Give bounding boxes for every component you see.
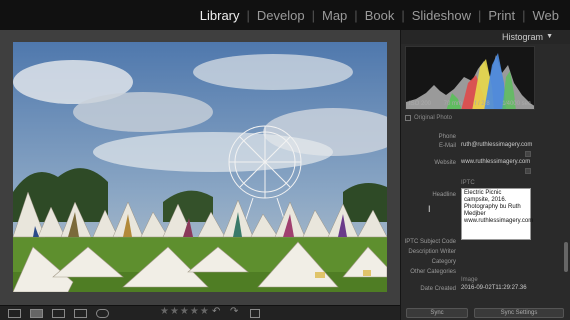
module-slideshow[interactable]: Slideshow — [409, 8, 474, 23]
module-separator: | — [522, 8, 526, 23]
camera-info: ISO 200 70 mm f / 2.8 1⁄4000 sec — [406, 101, 534, 107]
loupe-view — [0, 30, 400, 305]
module-separator: | — [246, 8, 250, 23]
headline-input[interactable]: Electric Picnic campsite, 2016. Photogra… — [461, 188, 533, 240]
sync-button[interactable]: Sync — [406, 308, 468, 318]
module-book[interactable]: Book — [362, 8, 398, 23]
original-photo-label: Original Photo — [414, 115, 453, 121]
sync-settings-button[interactable]: Sync Settings — [474, 308, 564, 318]
module-map[interactable]: Map — [319, 8, 350, 23]
iptc-subject-code-label: IPTC Subject Code — [404, 239, 456, 245]
mouse-cursor-icon: I — [428, 204, 431, 214]
module-separator: | — [354, 8, 358, 23]
aperture-value: f / 2.8 — [474, 101, 490, 107]
date-created-field[interactable]: 2016-09-02T11:29:27.36 — [461, 285, 527, 292]
toolbar: ★★★★★ ↶ ↷ — [0, 305, 400, 320]
rating-stars[interactable]: ★★★★★ — [160, 306, 210, 317]
campsite-photo — [13, 42, 387, 292]
email-link-button[interactable] — [525, 151, 531, 157]
loupe-view-icon[interactable] — [30, 309, 43, 318]
iptc-section-label: IPTC — [461, 180, 475, 186]
headline-label: Headline — [432, 192, 456, 198]
website-field[interactable]: www.ruthlessimagery.com — [461, 159, 531, 166]
iso-value: ISO 200 — [409, 101, 432, 107]
email-label: E-Mail — [438, 143, 456, 149]
crop-icon[interactable] — [250, 309, 260, 318]
compare-view-icon[interactable] — [52, 309, 65, 318]
people-view-icon[interactable] — [96, 309, 109, 318]
module-bar: Library | Develop | Map | Book | Slidesh… — [0, 0, 570, 30]
collapse-triangle-icon[interactable]: ▼ — [546, 33, 553, 40]
module-picker: Library | Develop | Map | Book | Slidesh… — [197, 8, 562, 23]
description-writer-label: Description Writer — [408, 249, 456, 255]
category-label: Category — [431, 259, 456, 265]
website-label: Website — [434, 160, 456, 166]
panel-scrollbar[interactable] — [564, 242, 568, 272]
photo-preview[interactable] — [13, 42, 387, 292]
module-separator: | — [477, 8, 482, 23]
original-photo-row[interactable]: Original Photo — [405, 115, 452, 121]
image-section-label: Image — [461, 277, 478, 283]
rotate-left-icon[interactable]: ↶ — [212, 306, 220, 317]
shutter-value: 1⁄4000 sec — [502, 101, 531, 107]
module-library[interactable]: Library — [197, 8, 243, 23]
module-separator: | — [401, 8, 405, 23]
grid-view-icon[interactable] — [8, 309, 21, 318]
other-categories-label: Other Categories — [410, 269, 456, 275]
histogram: ISO 200 70 mm f / 2.8 1⁄4000 sec — [405, 46, 535, 110]
histogram-title: Histogram — [501, 32, 543, 42]
focal-length-value: 70 mm — [443, 101, 462, 107]
website-link-button[interactable] — [525, 168, 531, 174]
module-web[interactable]: Web — [530, 8, 563, 23]
original-photo-checkbox[interactable] — [405, 115, 411, 121]
right-panel: Histogram ▼ ISO 200 70 mm f / 2.8 1⁄4000… — [400, 30, 570, 320]
histogram-header[interactable]: Histogram ▼ — [401, 30, 570, 44]
module-separator: | — [311, 8, 315, 23]
rotate-right-icon[interactable]: ↷ — [230, 306, 238, 317]
email-field[interactable]: ruth@ruthlessimagery.com — [461, 142, 532, 149]
survey-view-icon[interactable] — [74, 309, 87, 318]
module-print[interactable]: Print — [485, 8, 518, 23]
date-created-label: Date Created — [420, 286, 456, 292]
module-develop[interactable]: Develop — [254, 8, 308, 23]
phone-label: Phone — [438, 134, 456, 140]
